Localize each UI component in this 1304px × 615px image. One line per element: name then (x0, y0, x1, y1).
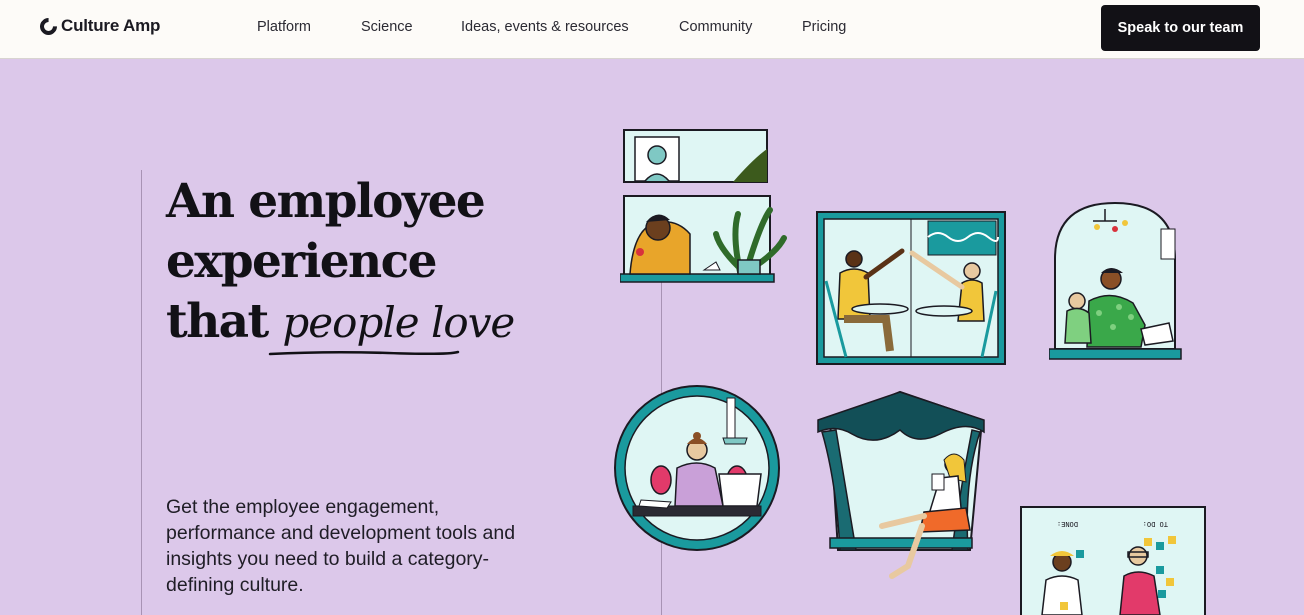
done-label: DONE: (1057, 520, 1078, 528)
hero-headline: An employee experience that people love (166, 172, 515, 353)
headline-line-3: that people love (166, 292, 515, 353)
person-reading-by-curtains-illustration (817, 390, 985, 579)
hero-divider-line (141, 170, 142, 615)
nav-platform[interactable]: Platform (257, 19, 311, 35)
script-underline-decoration (268, 350, 460, 356)
portrait-frame-illustration (623, 129, 768, 183)
parent-and-baby-illustration (1049, 201, 1182, 360)
person-on-phone-illustration (620, 195, 787, 283)
nav-ideas-events-resources[interactable]: Ideas, events & resources (461, 19, 629, 35)
nav-community[interactable]: Community (679, 19, 752, 35)
todo-board-illustration: DONE: TO DO: (1020, 506, 1206, 615)
speak-to-our-team-button[interactable]: Speak to our team (1101, 5, 1260, 51)
nav-pricing[interactable]: Pricing (802, 19, 846, 35)
headline-script-people-love: people love (282, 298, 515, 347)
headline-line-2: experience (166, 234, 438, 289)
site-header: Culture Amp Platform Science Ideas, even… (0, 0, 1304, 59)
headline-that: that (166, 294, 269, 349)
hero-subcopy: Get the employee engagement, performance… (166, 496, 516, 596)
todo-label: TO DO: (1143, 520, 1168, 528)
high-five-illustration (816, 211, 1006, 365)
person-at-laptop-round-window-illustration (614, 385, 780, 551)
headline-line-1: An employee (166, 174, 486, 229)
nav-science[interactable]: Science (361, 19, 413, 35)
